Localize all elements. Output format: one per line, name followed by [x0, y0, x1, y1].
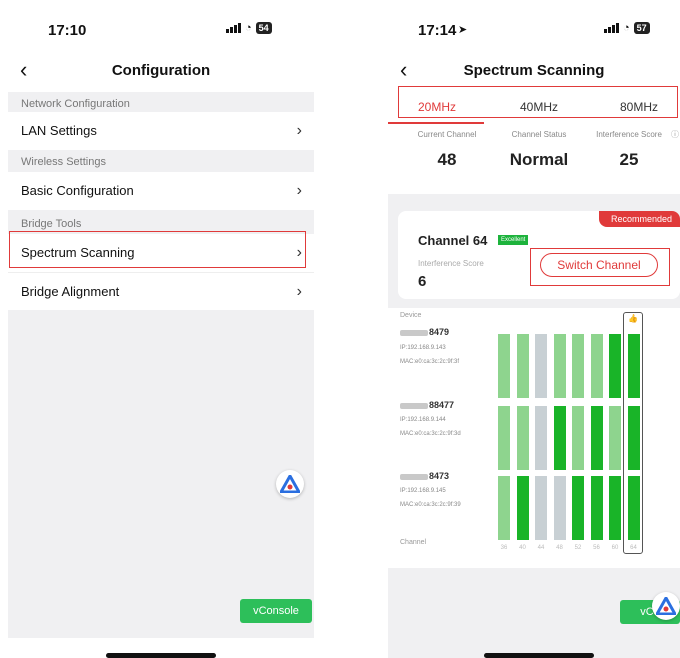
home-indicator — [484, 653, 594, 658]
device-mac: MAC:e0:ca:3c:2c:9f:39 — [400, 502, 461, 508]
status-bar: 17:10 ◔ 54 — [8, 8, 314, 52]
spectrum-scanning-screen: 17:14 ➤ ◔ 57 ‹ Spectrum Scanning 20MHz 4… — [388, 8, 680, 658]
info-icon[interactable]: ⓘ — [671, 129, 679, 140]
device-ip: IP:192.168.9.145 — [400, 488, 446, 494]
channel-tick-label: 52 — [574, 545, 582, 551]
page-title: Configuration — [111, 62, 211, 79]
nav-bar: ‹ Configuration — [8, 52, 314, 92]
channel-axis-label: Channel — [400, 539, 427, 546]
chevron-right-icon: › — [296, 182, 302, 199]
recommended-column-outline — [623, 312, 643, 554]
wifi-icon: ◔ — [245, 22, 252, 34]
signal-icon — [226, 23, 241, 33]
channel-status-value: Normal — [509, 150, 569, 169]
chevron-right-icon: › — [296, 122, 302, 139]
channel-bar — [572, 406, 584, 470]
channel-bar — [535, 334, 547, 398]
channel-tick-label: 36 — [500, 545, 508, 551]
channel-bar — [553, 476, 566, 540]
channel-bar — [498, 476, 510, 540]
app-logo-icon[interactable] — [652, 592, 680, 620]
configuration-screen: 17:10 ◔ 54 ‹ Configuration Network Confi… — [8, 8, 314, 658]
channel-bar — [572, 476, 584, 540]
channel-bar — [609, 334, 621, 398]
channel-bar — [535, 406, 547, 470]
recommended-channel-name: Channel 64 — [418, 233, 488, 248]
tabs-highlight-box — [398, 86, 678, 118]
redacted-mask — [400, 473, 428, 480]
channel-bar — [516, 476, 529, 540]
channel-bar — [590, 476, 603, 540]
channel-bar — [498, 334, 510, 398]
device-header: Device — [400, 312, 422, 319]
thumbs-up-icon: 👍 — [628, 314, 638, 323]
wifi-icon: ◔ — [623, 22, 630, 34]
redacted-mask — [400, 402, 428, 409]
status-time: 17:14 — [418, 22, 457, 39]
channel-bar — [572, 334, 584, 398]
status-icons: ◔ 57 — [604, 22, 650, 34]
current-channel-label: Current Channel — [417, 130, 477, 139]
channel-bar — [553, 406, 566, 470]
app-logo-icon[interactable] — [276, 470, 304, 498]
menu-item-label: LAN Settings — [21, 123, 97, 138]
channel-bar — [535, 476, 547, 540]
device-mac: MAC:e0:ca:3c:2c:9f:3d — [400, 431, 461, 437]
device-ip: IP:192.168.9.143 — [400, 345, 446, 351]
interference-score-label: Interference Score — [418, 259, 484, 268]
section-header-wireless: Wireless Settings — [21, 156, 106, 168]
battery-icon: 54 — [255, 22, 272, 34]
channel-bar — [609, 476, 621, 540]
menu-item-bridge-alignment[interactable]: Bridge Alignment › — [8, 272, 314, 310]
quality-badge: Excellent — [498, 235, 529, 245]
channel-tick-label: 60 — [611, 545, 619, 551]
channel-tick-label: 40 — [519, 545, 526, 551]
menu-item-label: Bridge Alignment — [21, 284, 120, 299]
status-time: 17:10 — [48, 22, 87, 39]
device-name-text: 88477 — [429, 400, 455, 410]
channel-status-label: Channel Status — [511, 130, 567, 139]
channel-tick-label: 56 — [593, 545, 600, 551]
current-channel-value: 48 — [437, 150, 457, 169]
interference-score-value: 6 — [418, 273, 427, 290]
switch-highlight-box — [530, 248, 670, 286]
page-title: Spectrum Scanning — [463, 62, 605, 79]
recommended-badge: Recommended — [598, 211, 680, 227]
channel-bar — [498, 406, 510, 470]
channel-bar — [590, 406, 603, 470]
device-name-text: 8473 — [429, 471, 450, 481]
channel-tick-label: 48 — [556, 545, 563, 551]
channel-bar — [553, 334, 566, 398]
menu-item-basic-configuration[interactable]: Basic Configuration › — [8, 172, 314, 210]
battery-icon: 57 — [633, 22, 650, 34]
channel-bar — [516, 334, 529, 398]
device-name: 88477 — [400, 400, 454, 410]
channel-metrics: Current Channel 48 Channel Status Normal… — [388, 124, 680, 194]
device-name: 8473 — [400, 471, 449, 481]
device-ip: IP:192.168.9.144 — [400, 417, 446, 423]
channel-bar — [516, 406, 529, 470]
highlight-box — [9, 231, 306, 268]
redacted-mask — [400, 329, 428, 336]
signal-icon — [604, 23, 619, 33]
channel-bar — [609, 406, 621, 470]
device-mac: MAC:e0:ca:3c:2c:9f:3f — [400, 359, 460, 365]
interference-score-label: Interference Score — [596, 130, 662, 139]
location-arrow-icon: ➤ — [458, 24, 468, 36]
channel-bar — [590, 334, 603, 398]
channel-tick-label: 44 — [537, 545, 545, 551]
vconsole-button[interactable]: vConsole — [240, 599, 312, 623]
chevron-right-icon: › — [296, 283, 302, 300]
device-name: 8479 — [400, 327, 449, 337]
device-name-text: 8479 — [429, 327, 450, 337]
menu-item-label: Basic Configuration — [21, 183, 134, 198]
menu-item-lan-settings[interactable]: LAN Settings › — [8, 112, 314, 150]
status-icons: ◔ 54 — [226, 22, 272, 34]
status-bar: 17:14 ➤ ◔ 57 — [388, 8, 680, 52]
interference-score-value: 25 — [619, 150, 639, 169]
home-indicator — [106, 653, 216, 658]
